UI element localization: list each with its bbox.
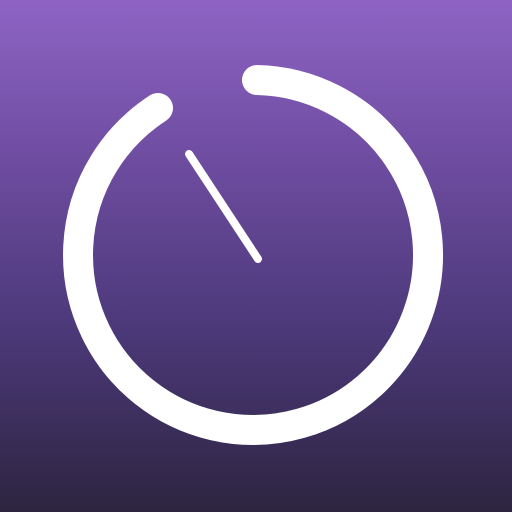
timer-app-icon (0, 0, 512, 512)
timer-icon (63, 65, 444, 445)
timer-hand (185, 150, 262, 263)
